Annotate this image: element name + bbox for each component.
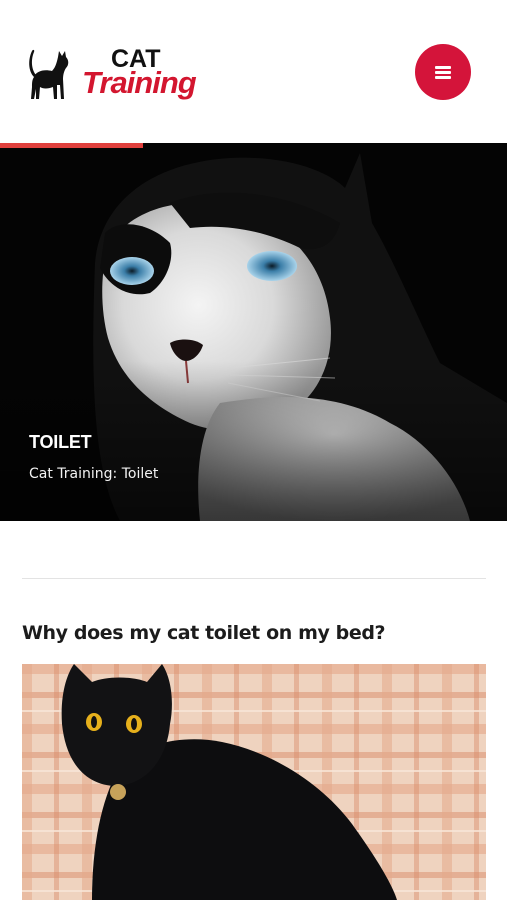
menu-button[interactable] xyxy=(415,44,471,100)
article-title[interactable]: Why does my cat toilet on my bed? xyxy=(22,622,386,644)
hero-progress-bar xyxy=(0,143,143,148)
hero-title[interactable]: TOILET xyxy=(29,432,92,453)
black-cat-image xyxy=(22,664,486,900)
site-header: CAT Training xyxy=(0,0,507,143)
hamburger-menu-icon xyxy=(435,66,451,79)
cat-silhouette-icon xyxy=(29,49,69,99)
section-divider xyxy=(22,578,486,579)
article-image[interactable] xyxy=(22,664,486,900)
site-logo[interactable]: CAT Training xyxy=(26,47,236,103)
logo-text-training: Training xyxy=(82,65,197,100)
hero-banner[interactable]: TOILET Cat Training: Toilet xyxy=(0,143,507,521)
hero-subtitle: Cat Training: Toilet xyxy=(29,466,159,482)
